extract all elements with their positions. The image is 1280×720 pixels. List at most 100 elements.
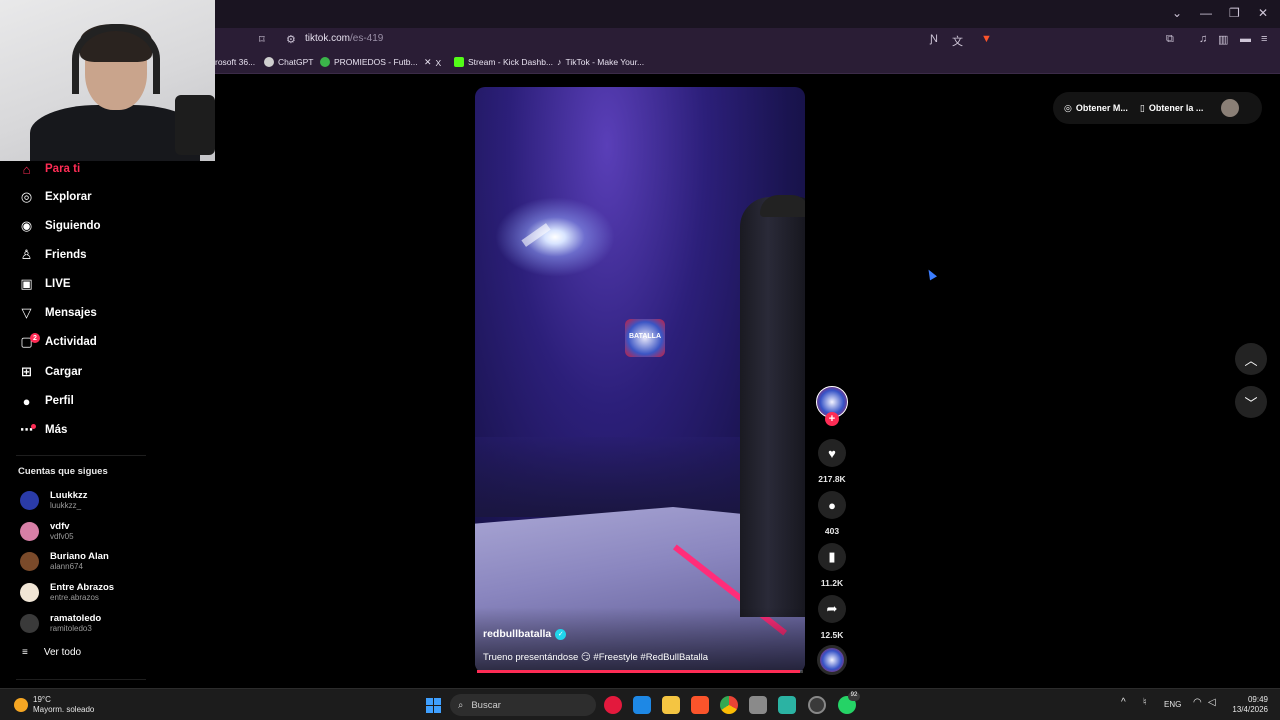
- following-account[interactable]: Luukkzz luukkzz_: [20, 489, 87, 511]
- account-name: Buriano Alan: [50, 550, 109, 562]
- obs-icon[interactable]: [808, 696, 826, 714]
- comment-button[interactable]: ●: [818, 491, 846, 519]
- bookmark-label: TikTok - Make Your...: [565, 57, 645, 67]
- following-section-title: Cuentas que sigues: [18, 466, 108, 477]
- tray-chevron-icon[interactable]: ^: [1121, 697, 1126, 708]
- sidebar-item-cargar[interactable]: ⊞ Cargar: [18, 361, 82, 383]
- tab-list-icon[interactable]: ⌄: [1172, 6, 1182, 20]
- video-progress-fill: [477, 670, 800, 673]
- bookmark-label: X: [435, 57, 442, 68]
- taskbar-search[interactable]: ⌕ Buscar: [450, 694, 596, 716]
- previous-video-button[interactable]: ︿: [1235, 343, 1267, 375]
- heart-icon: ♥: [828, 445, 836, 461]
- user-avatar[interactable]: [1221, 99, 1240, 117]
- sidebar-item-friends[interactable]: ♙ Friends: [18, 244, 87, 266]
- sidebar-item-live[interactable]: ▣ LIVE: [18, 273, 71, 295]
- wallet-icon[interactable]: ▬: [1240, 33, 1251, 45]
- bookmark-label: Stream - Kick Dashb...: [468, 57, 554, 67]
- x-logo-icon: ✕: [424, 57, 432, 67]
- following-account[interactable]: vdfv vdfv05: [20, 520, 74, 542]
- chevron-up-icon: ︿: [1244, 352, 1258, 368]
- like-count: 217.8K: [818, 474, 846, 484]
- bookmark-x[interactable]: ✕ X: [424, 57, 441, 68]
- account-avatar: [20, 613, 39, 633]
- sidebar-item-label: Explorar: [45, 191, 92, 203]
- chrome-icon[interactable]: [720, 696, 738, 714]
- windows-start-icon[interactable]: [426, 698, 441, 713]
- sidebar-toggle-icon[interactable]: ▥: [1218, 33, 1228, 46]
- account-handle: ramitoledo3: [50, 623, 92, 633]
- share-button[interactable]: ➦: [818, 595, 846, 623]
- following-avatar-icon: ◉: [20, 218, 33, 233]
- video-player[interactable]: BATALLA: [475, 87, 805, 673]
- sidebar-item-label: Perfil: [45, 395, 74, 407]
- site-info-icon[interactable]: ⚙: [286, 33, 296, 46]
- search-icon: ⌕: [458, 699, 464, 711]
- verified-icon: ✓: [555, 628, 567, 640]
- app-icon[interactable]: [749, 696, 767, 714]
- sidebar-divider: [16, 679, 146, 680]
- whatsapp-badge: 92: [848, 692, 860, 701]
- close-window-button[interactable]: ✕: [1258, 6, 1268, 20]
- mute-audio-icon[interactable]: Ɲ: [930, 33, 938, 45]
- bookmark-microsoft[interactable]: rosoft 36...: [215, 57, 255, 67]
- following-account[interactable]: Buriano Alan alann674: [20, 550, 109, 572]
- screenshot-icon[interactable]: ⧉: [1166, 33, 1174, 46]
- sidebar-item-label: Siguiendo: [45, 220, 101, 232]
- see-all-label: Ver todo: [43, 647, 82, 658]
- volume-icon[interactable]: ◁: [1208, 697, 1216, 708]
- bookmark-tiktok[interactable]: ♪ TikTok - Make Your...: [557, 57, 644, 67]
- like-button[interactable]: ♥: [818, 439, 846, 467]
- following-account[interactable]: Entre Abrazos entre.abrazos: [20, 581, 114, 603]
- clock-time[interactable]: 09:49: [1234, 695, 1268, 704]
- sidebar-item-perfil[interactable]: ● Perfil: [18, 390, 74, 412]
- account-name: vdfv: [50, 520, 70, 532]
- video-author[interactable]: redbullbatalla ✓: [483, 628, 567, 640]
- language-indicator[interactable]: ENG: [1164, 700, 1181, 709]
- wifi-icon[interactable]: ◠: [1193, 697, 1202, 708]
- music-disc-icon[interactable]: [817, 645, 847, 675]
- upload-icon: ⊞: [21, 364, 32, 379]
- media-player-icon[interactable]: [604, 696, 622, 714]
- minimize-button[interactable]: —: [1200, 6, 1212, 20]
- following-account[interactable]: ramatoledo ramitoledo3: [20, 612, 101, 634]
- menu-icon[interactable]: ≡: [1261, 33, 1267, 45]
- account-avatar: [20, 582, 39, 602]
- author-name: redbullbatalla: [483, 628, 552, 640]
- promiedos-icon: [320, 57, 330, 67]
- url-field[interactable]: tiktok.com/es-419: [305, 33, 383, 44]
- translate-icon[interactable]: 文: [952, 33, 963, 49]
- share-icon: ➦: [826, 601, 838, 616]
- weather-temp[interactable]: 19°C: [33, 695, 51, 704]
- next-video-button[interactable]: ﹀: [1235, 386, 1267, 418]
- save-button[interactable]: ▮: [818, 543, 846, 571]
- sidebar-item-mensajes[interactable]: ▽ Mensajes: [18, 302, 97, 324]
- brave-browser-icon[interactable]: [691, 696, 709, 714]
- bookmark-kick[interactable]: Stream - Kick Dashb...: [454, 57, 553, 67]
- sidebar-item-para-ti[interactable]: ⌂ Para ti: [18, 158, 81, 180]
- app-store-icon[interactable]: [778, 696, 796, 714]
- sidebar-item-label: LIVE: [45, 278, 71, 290]
- sidebar-item-mas[interactable]: ⋯ Más: [18, 419, 67, 441]
- file-explorer-icon[interactable]: [662, 696, 680, 714]
- get-coins-button[interactable]: ◎ Obtener M...: [1064, 103, 1128, 114]
- microphone-icon[interactable]: ♮: [1143, 697, 1147, 708]
- vscode-icon[interactable]: [633, 696, 651, 714]
- see-all-link[interactable]: ≡ Ver todo: [22, 647, 81, 658]
- media-icon[interactable]: ♫: [1199, 33, 1207, 45]
- sidebar-item-label: Friends: [45, 249, 87, 261]
- video-progress-bar[interactable]: [477, 670, 803, 673]
- bookmark-page-icon[interactable]: ⌑: [259, 33, 265, 46]
- sidebar-item-explorar[interactable]: ◎ Explorar: [18, 186, 92, 208]
- sidebar-item-label: Para ti: [45, 163, 81, 175]
- brave-shield-icon[interactable]: ▼: [981, 33, 992, 45]
- bookmark-promiedos[interactable]: PROMIEDOS - Futb...: [320, 57, 418, 67]
- account-name: ramatoledo: [50, 612, 102, 624]
- maximize-button[interactable]: ❐: [1229, 6, 1240, 20]
- get-app-button[interactable]: ▯ Obtener la ...: [1140, 103, 1203, 114]
- bookmark-label: rosoft 36...: [215, 57, 256, 67]
- bookmark-chatgpt[interactable]: ChatGPT: [264, 57, 313, 67]
- sidebar-item-siguiendo[interactable]: ◉ Siguiendo: [18, 215, 101, 237]
- follow-creator-button[interactable]: +: [825, 412, 839, 426]
- top-right-actions: ◎ Obtener M... ▯ Obtener la ...: [1053, 92, 1262, 124]
